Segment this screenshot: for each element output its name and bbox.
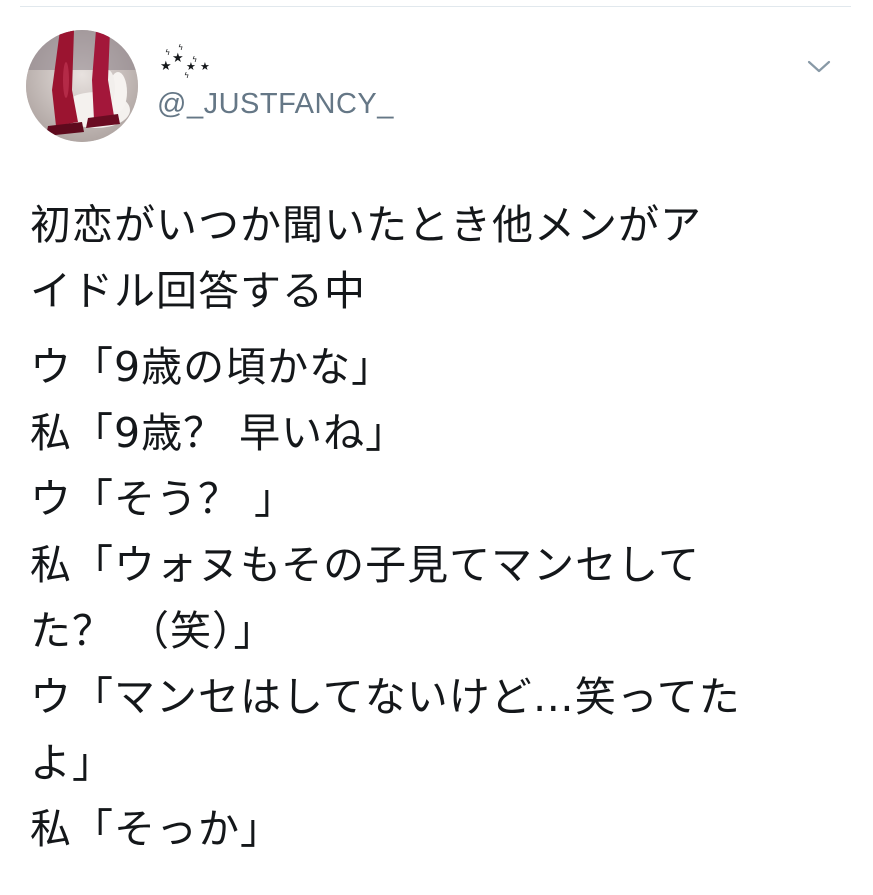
svg-text:★: ★ xyxy=(172,51,184,66)
tweet-line: ウ「そう？ 」 xyxy=(30,475,297,523)
user-handle[interactable]: @_JUSTFANCY_ xyxy=(157,88,394,121)
avatar-image xyxy=(26,30,138,142)
svg-text:★: ★ xyxy=(200,60,210,73)
svg-text:ϟ: ϟ xyxy=(184,71,189,80)
tweet-line: よ」 xyxy=(30,739,114,787)
tweet-paragraph: ウ「9歳の頃かな」 私「9歳？ 早いね」 ウ「そう？ 」 私「ウォヌもその子見て… xyxy=(30,334,850,862)
avatar[interactable] xyxy=(26,30,138,142)
tweet-line: 私「9歳？ 早いね」 xyxy=(30,409,408,457)
tweet-line: ウ「マンセはしてないけど…笑ってた xyxy=(30,673,741,721)
tweet-line: ウ「9歳の頃かな」 xyxy=(30,343,394,391)
chevron-down-icon[interactable] xyxy=(806,58,832,76)
tweet-paragraph: 初恋がいつか聞いたとき他メンがア イドル回答する中 xyxy=(30,192,850,324)
svg-text:★: ★ xyxy=(160,59,172,74)
tweet-line: 私「そっか」 xyxy=(30,805,282,853)
tweet-text: 初恋がいつか聞いたとき他メンがア イドル回答する中 ウ「9歳の頃かな」 私「9歳… xyxy=(30,192,850,862)
top-divider xyxy=(20,6,851,7)
svg-text:ϟ: ϟ xyxy=(165,48,170,57)
display-name[interactable]: ★ ★ ★ ★ ϟ ϟ ϟ ϟ xyxy=(158,40,218,84)
star-decoration-icon: ★ ★ ★ ★ ϟ ϟ ϟ ϟ xyxy=(160,43,210,80)
svg-text:ϟ: ϟ xyxy=(192,55,197,64)
tweet-line: イドル回答する中 xyxy=(30,267,366,315)
tweet-line: 私「ウォヌもその子見てマンセして xyxy=(30,541,700,589)
tweet-line: 初恋がいつか聞いたとき他メンがア xyxy=(30,201,702,249)
tweet-line: た？ （笑）」 xyxy=(30,607,276,655)
svg-text:ϟ: ϟ xyxy=(178,43,183,52)
